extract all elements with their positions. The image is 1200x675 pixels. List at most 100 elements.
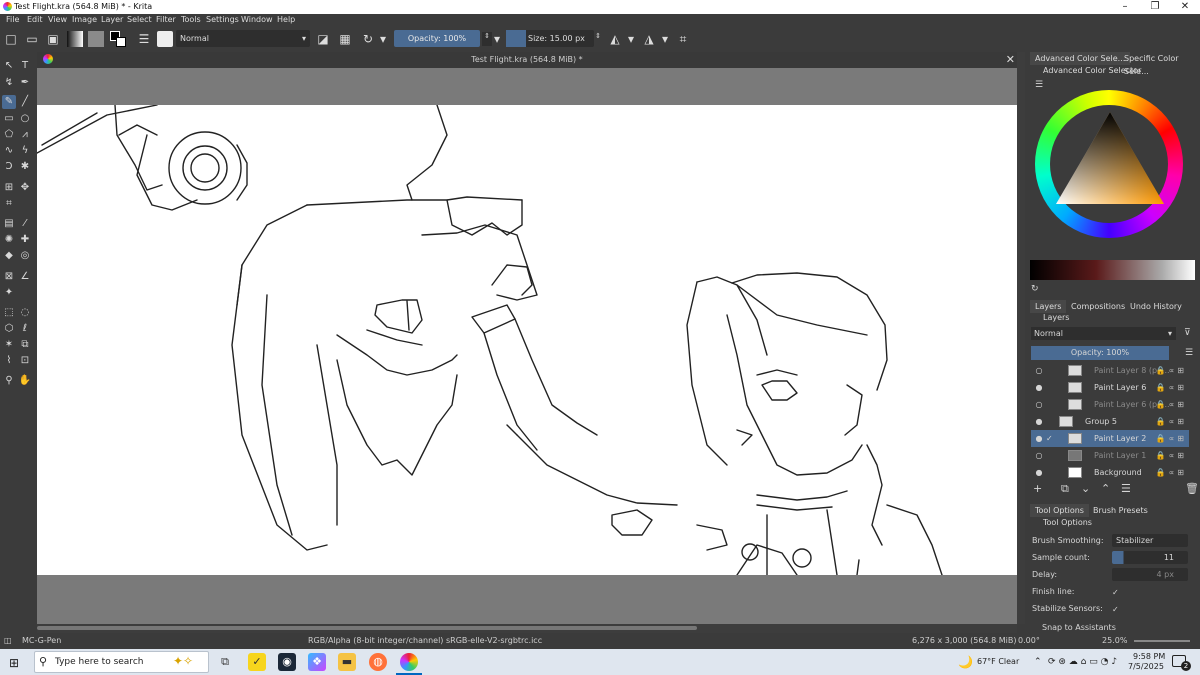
reference-images-icon[interactable]: ✦ [2, 286, 16, 300]
finish-line-checkbox[interactable]: ✓ [1112, 585, 1119, 601]
opacity-spin[interactable]: ⇕ [482, 32, 492, 46]
polyline-tool-icon[interactable]: ⩘ [18, 128, 32, 142]
ellipse-select-icon[interactable]: ◌ [18, 306, 32, 320]
color-wheel[interactable] [1030, 88, 1200, 246]
freehand-brush-icon[interactable]: ✎ [2, 95, 16, 109]
pattern-swatch-icon[interactable] [88, 31, 104, 47]
polygon-tool-icon[interactable]: ⬠ [2, 128, 16, 142]
multibrush-icon[interactable]: ✱ [18, 160, 32, 174]
menu-help[interactable]: Help [277, 15, 295, 24]
layer-row-selected[interactable]: ● ✓ Paint Layer 2 🔒∝⊞ [1031, 430, 1189, 447]
tab-advanced-color-selector[interactable]: Advanced Color Sele... [1030, 52, 1131, 65]
calligraphy-icon[interactable]: ✒ [18, 76, 32, 90]
tab-brush-presets[interactable]: Brush Presets [1088, 504, 1153, 517]
delay-input[interactable]: 4 px [1112, 568, 1188, 581]
size-slider[interactable]: Size: 15.00 px [506, 30, 594, 47]
layer-row[interactable]: ○ Paint Layer 6 (pa... 🔒∝⊞ [1031, 396, 1189, 413]
color-picker-icon[interactable]: ⁄ [18, 217, 32, 231]
ellipse-tool-icon[interactable]: ○ [18, 112, 32, 126]
duplicate-layer-icon[interactable]: ⧉ [1061, 482, 1069, 496]
menu-layer[interactable]: Layer [101, 15, 123, 24]
layer-lock-alpha-icons[interactable]: 🔒∝⊞ [1156, 430, 1187, 447]
visibility-eye-icon[interactable]: ● [1034, 413, 1044, 430]
select-shapes-icon[interactable]: ↖ [2, 59, 16, 73]
bezier-tool-icon[interactable]: ∿ [2, 144, 16, 158]
list-options-icon[interactable]: ☰ [1185, 348, 1193, 358]
menu-select[interactable]: Select [127, 15, 152, 24]
clock-time[interactable]: 9:58 PM [1133, 652, 1165, 661]
minimize-button[interactable]: – [1110, 0, 1140, 14]
canvas-area[interactable] [37, 68, 1017, 624]
move-down-icon[interactable]: ⌄ [1081, 482, 1090, 495]
assistant-tool-icon[interactable]: ⊠ [2, 270, 16, 284]
zoom-value[interactable]: 25.0% [1102, 636, 1127, 645]
file-explorer-icon[interactable]: ▬ [338, 653, 356, 671]
layer-lock-alpha-icons[interactable]: 🔒∝⊞ [1156, 379, 1187, 396]
weather-text[interactable]: 67°F Clear [977, 657, 1019, 666]
edit-shapes-icon[interactable]: ↯ [2, 76, 16, 90]
enclose-fill-icon[interactable]: ◎ [18, 249, 32, 263]
firefox-app-icon[interactable]: ◍ [369, 653, 387, 671]
brush-preview-icon[interactable]: ◫ [4, 636, 12, 645]
visibility-eye-icon[interactable]: ● [1034, 464, 1044, 480]
crop-icon[interactable]: ⌗ [2, 197, 16, 211]
chevron-up-icon[interactable]: ⌃ [1034, 657, 1042, 667]
open-document-icon[interactable]: ▭ [24, 31, 40, 47]
menu-settings[interactable]: Settings [206, 15, 239, 24]
magnetic-select-icon[interactable]: ⊡ [18, 354, 32, 368]
close-window-button[interactable]: ✕ [1170, 0, 1200, 14]
visibility-eye-icon[interactable]: ● [1034, 430, 1044, 447]
menu-window[interactable]: Window [241, 15, 273, 24]
layer-lock-alpha-icons[interactable]: 🔒∝⊞ [1156, 362, 1187, 379]
pan-tool-icon[interactable]: ✋ [18, 374, 32, 388]
krita-app-icon[interactable] [400, 653, 418, 671]
maximize-button[interactable]: ❐ [1140, 0, 1170, 14]
blend-mode-select[interactable]: Normal ▾ [176, 30, 310, 47]
smart-patch-icon[interactable]: ✚ [18, 233, 32, 247]
polygon-select-icon[interactable]: ⬡ [2, 322, 16, 336]
saturation-triangle[interactable] [1052, 108, 1168, 208]
opacity-slider[interactable]: Opacity: 100% [394, 30, 480, 47]
snap-assistants-label[interactable]: Snap to Assistants [1042, 620, 1116, 633]
rect-select-icon[interactable]: ⬚ [2, 306, 16, 320]
menu-view[interactable]: View [48, 15, 67, 24]
freehand-path-icon[interactable]: ϟ [18, 144, 32, 158]
dynamic-brush-icon[interactable]: Ͻ [2, 160, 16, 174]
gradient-swatch-icon[interactable] [67, 31, 83, 47]
tray-app-icons[interactable]: ⟳ ⊛ ☁ ⌂ ▭ ◔ ♪ [1048, 657, 1117, 667]
menu-filter[interactable]: Filter [156, 15, 176, 24]
task-view-icon[interactable]: ⧉ [216, 653, 234, 671]
visibility-hidden-icon[interactable]: ○ [1034, 396, 1044, 413]
eraser-icon[interactable]: ◪ [315, 31, 331, 47]
layer-lock-alpha-icons[interactable]: 🔒∝⊞ [1156, 396, 1187, 413]
save-icon[interactable]: ▣ [45, 31, 61, 47]
menu-image[interactable]: Image [72, 15, 97, 24]
brush-smoothing-select[interactable]: Stabilizer [1112, 534, 1188, 547]
color-history-strip[interactable] [1030, 260, 1195, 280]
copilot-app-icon[interactable]: ❖ [308, 653, 326, 671]
menu-file[interactable]: File [6, 15, 19, 24]
close-document-icon[interactable]: ✕ [1006, 53, 1015, 66]
rotation-value[interactable]: 0.00° [1018, 636, 1040, 645]
layer-opacity-slider[interactable]: Opacity: 100% [1031, 346, 1169, 360]
zoom-tool-icon[interactable]: ⚲ [2, 374, 16, 388]
gradient-tool-icon[interactable]: ▤ [2, 217, 16, 231]
drawing-canvas[interactable] [37, 105, 1017, 575]
tab-specific-color-selector[interactable]: Specific Color Sele... [1119, 52, 1200, 76]
layer-lock-alpha-icons[interactable]: 🔒∝⊞ [1156, 413, 1187, 430]
text-tool-icon[interactable]: T [18, 59, 32, 73]
layer-row[interactable]: ● Group 5 🔒∝⊞ [1031, 413, 1189, 430]
layer-row[interactable]: ○ Paint Layer 1 🔒∝⊞ [1031, 447, 1189, 464]
transform-icon[interactable]: ⊞ [2, 181, 16, 195]
brush-preset-icon[interactable] [157, 31, 173, 47]
add-layer-icon[interactable]: + [1033, 482, 1042, 495]
chevron-down-icon[interactable]: ▾ [626, 31, 636, 47]
brush-settings-icon[interactable]: ☰ [136, 31, 152, 47]
sample-count-input[interactable]: 11 [1112, 551, 1188, 564]
chevron-down-icon[interactable]: ▾ [492, 31, 502, 47]
norton-app-icon[interactable]: ✓ [248, 653, 266, 671]
zoom-slider[interactable] [1134, 640, 1190, 642]
colorize-mask-icon[interactable]: ✺ [2, 233, 16, 247]
layer-properties-icon[interactable]: ☰ [1121, 482, 1131, 495]
reload-preset-icon[interactable]: ↻ [360, 31, 376, 47]
